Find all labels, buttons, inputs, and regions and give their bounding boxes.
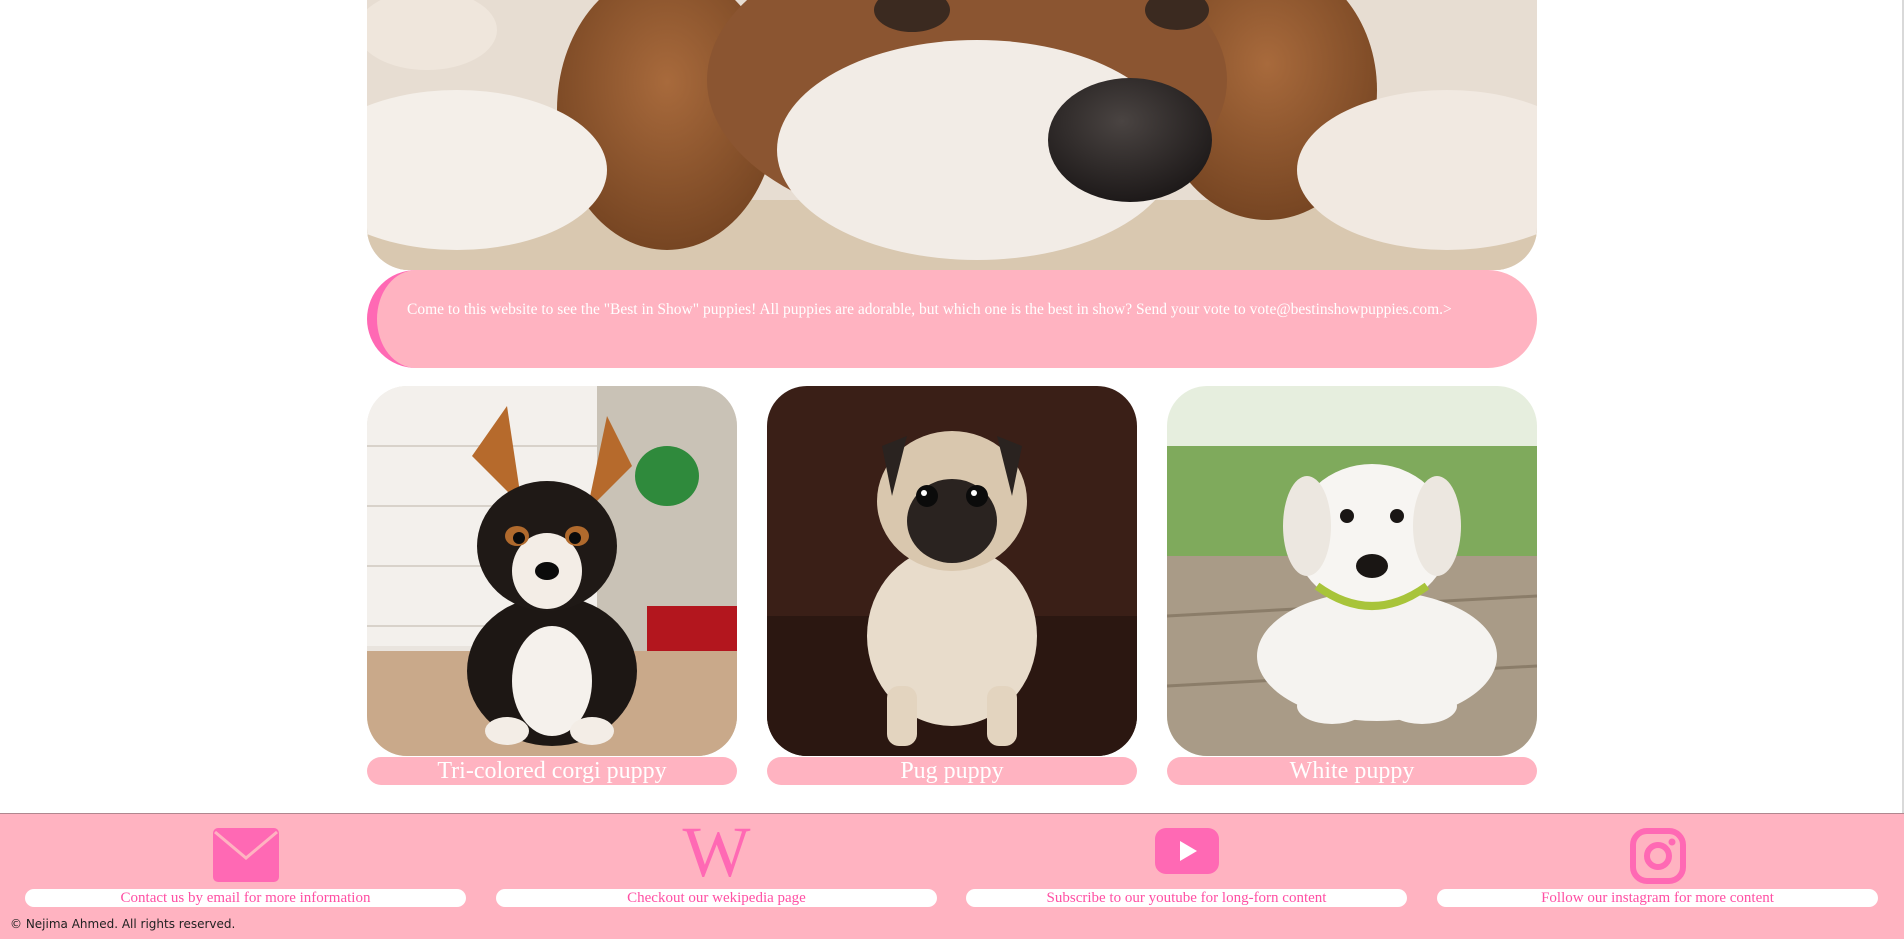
intro-banner: Come to this website to see the "Best in…: [367, 270, 1537, 368]
page: Come to this website to see the "Best in…: [0, 0, 1904, 939]
corgi-caption: Tri-colored corgi puppy: [367, 757, 737, 785]
corgi-photo: [367, 386, 737, 756]
youtube-icon[interactable]: [1154, 828, 1219, 879]
pug-photo: [767, 386, 1137, 756]
wikipedia-icon[interactable]: W: [683, 816, 751, 888]
footer-email: Contact us by email for more information: [25, 814, 466, 914]
white-puppy-photo: [1167, 386, 1537, 756]
copyright-text: © Nejima Ahmed. All rights reserved.: [10, 917, 236, 931]
white-puppy-caption: White puppy: [1167, 757, 1537, 785]
gallery-card-corgi: Tri-colored corgi puppy: [367, 386, 737, 785]
hero-image: [367, 0, 1537, 270]
wikipedia-link[interactable]: Checkout our wekipedia page: [496, 889, 937, 907]
gallery-card-white-puppy: White puppy: [1167, 386, 1537, 785]
instagram-icon[interactable]: [1629, 828, 1686, 889]
youtube-link[interactable]: Subscribe to our youtube for long-forn c…: [966, 889, 1407, 907]
intro-text: Come to this website to see the "Best in…: [407, 301, 1452, 318]
envelope-icon[interactable]: [212, 828, 279, 887]
gallery-card-pug: Pug puppy: [767, 386, 1137, 785]
footer-wikipedia: W Checkout our wekipedia page: [496, 814, 937, 914]
footer-youtube: Subscribe to our youtube for long-forn c…: [966, 814, 1407, 914]
instagram-link[interactable]: Follow our instagram for more content: [1437, 889, 1878, 907]
footer-instagram: Follow our instagram for more content: [1437, 814, 1878, 914]
footer: Contact us by email for more information…: [0, 813, 1904, 939]
pug-caption: Pug puppy: [767, 757, 1137, 785]
email-link[interactable]: Contact us by email for more information: [25, 889, 466, 907]
